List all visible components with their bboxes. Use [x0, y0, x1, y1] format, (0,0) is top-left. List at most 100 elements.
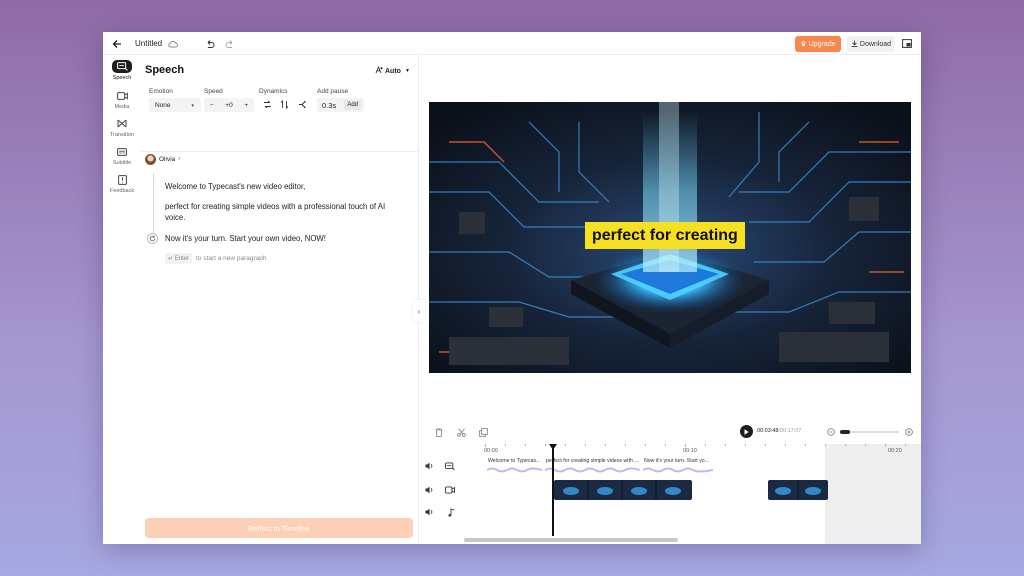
upgrade-button[interactable]: ♛ Upgrade: [795, 36, 841, 52]
speech-clip-label: Now it's your turn. Start yo...: [644, 458, 709, 464]
rail-label: Transition: [110, 132, 134, 138]
waveform: [643, 467, 713, 473]
timecode: 00:03:48/00:17:07: [757, 428, 801, 434]
rail-label: Speech: [112, 75, 132, 81]
timeline: 00:00 00:10 00:20 Welcome to Typecas... …: [419, 444, 921, 544]
zoom-in-icon[interactable]: [903, 426, 915, 438]
speech-panel: Speech Auto ▼ Emotion None ▼ Speed − +0 …: [141, 55, 419, 544]
timeline-toolbar: 00:03:48/00:17:07: [419, 422, 921, 442]
script-line[interactable]: perfect for creating simple videos with …: [165, 201, 385, 212]
total-time: /00:17:07: [778, 428, 802, 434]
panel-divider: [141, 151, 419, 152]
volume-icon[interactable]: [425, 508, 434, 518]
rail-item-media[interactable]: Media: [105, 89, 139, 110]
delete-icon[interactable]: [433, 426, 445, 438]
project-title[interactable]: Untitled: [135, 39, 162, 48]
download-button[interactable]: Download: [847, 36, 895, 52]
scissors-icon[interactable]: [455, 426, 467, 438]
zoom-slider[interactable]: [840, 430, 899, 434]
back-arrow-icon[interactable]: [111, 37, 123, 50]
tool-rail: Speech Media Transition Subtitle Feedbac…: [103, 55, 141, 544]
voice-name: Olivia: [159, 155, 176, 163]
emotion-select[interactable]: None ▼: [149, 98, 201, 112]
speech-track-controls: [425, 461, 455, 473]
chevron-left-icon: ‹: [417, 306, 421, 316]
top-bar: Untitled ♛ Upgrade Download: [103, 32, 921, 55]
redo-icon[interactable]: [224, 37, 236, 50]
panel-title: Speech: [145, 64, 185, 76]
intonation-icon[interactable]: [280, 99, 289, 111]
duplicate-icon[interactable]: [477, 426, 489, 438]
timeline-scrollbar[interactable]: [464, 538, 678, 542]
feedback-icon: [112, 173, 132, 186]
current-time: 00:03:48: [757, 428, 779, 434]
script-line[interactable]: Welcome to Typecast's new video editor,: [165, 181, 305, 192]
rail-label: Subtitle: [112, 160, 132, 166]
split-icon[interactable]: [298, 100, 307, 111]
video-clip[interactable]: [768, 480, 828, 500]
crown-icon: ♛: [800, 41, 807, 48]
ruler-label: 00:00: [484, 448, 498, 454]
speech-icon: [112, 60, 132, 73]
zoom-out-icon[interactable]: [825, 426, 837, 438]
dynamics-label: Dynamics: [259, 88, 288, 95]
add-pause-label: Add pause: [317, 88, 349, 95]
rail-item-transition[interactable]: Transition: [105, 117, 139, 138]
chevron-down-icon: ▼: [190, 102, 195, 108]
video-thumbnails: [554, 480, 692, 500]
collapse-panel-button[interactable]: ‹: [413, 300, 425, 322]
cloud-save-icon: [167, 37, 179, 50]
speech-clip[interactable]: Now it's your turn. Start yo...: [643, 457, 713, 476]
speed-increase-button[interactable]: +: [244, 102, 248, 109]
script-line[interactable]: Now it's your turn. Start your own video…: [165, 233, 326, 244]
rail-item-feedback[interactable]: Feedback: [105, 173, 139, 194]
regenerate-icon[interactable]: [147, 233, 158, 244]
add-pause-button[interactable]: Add: [344, 100, 361, 110]
speed-stepper: − +0 +: [204, 98, 254, 112]
rail-item-subtitle[interactable]: Subtitle: [105, 145, 139, 166]
speech-clip[interactable]: Welcome to Typecas...: [487, 457, 542, 476]
video-clip[interactable]: [554, 480, 692, 500]
music-track-controls: [425, 507, 455, 519]
playhead[interactable]: [552, 444, 554, 536]
volume-icon[interactable]: [425, 462, 434, 472]
auto-mode-icon: [375, 65, 383, 76]
speech-clip[interactable]: perfect for creating simple videos with …: [545, 457, 640, 476]
enter-key-badge: ↵ Enter: [165, 253, 193, 264]
script-line[interactable]: voice.: [165, 212, 185, 223]
pitch-icon[interactable]: [263, 100, 272, 111]
zoom-slider-handle[interactable]: [840, 430, 850, 434]
rail-label: Media: [114, 104, 130, 110]
auto-mode-dropdown[interactable]: Auto ▼: [375, 65, 410, 76]
video-preview[interactable]: perfect for creating: [429, 102, 911, 373]
volume-icon[interactable]: [425, 486, 434, 496]
upgrade-label: Upgrade: [808, 40, 836, 48]
media-icon: [112, 89, 132, 102]
speed-value[interactable]: +0: [225, 102, 232, 109]
undo-icon[interactable]: [204, 37, 216, 50]
video-track-controls: [425, 485, 455, 497]
waveform: [487, 467, 542, 473]
ruler-label: 00:10: [683, 448, 697, 454]
enter-hint-text: to start a new paragraph: [196, 255, 267, 262]
pause-value[interactable]: 0.3s: [322, 101, 336, 110]
download-label: Download: [859, 40, 892, 48]
voice-avatar: [145, 153, 156, 165]
reflect-to-timeline-button[interactable]: Reflect to Timeline: [145, 518, 413, 538]
play-button[interactable]: [740, 425, 753, 438]
chevron-down-icon: ›: [178, 156, 181, 162]
transition-icon: [112, 117, 132, 130]
download-icon: [851, 39, 858, 49]
fullscreen-icon[interactable]: [901, 37, 913, 50]
rail-item-speech[interactable]: Speech: [105, 60, 139, 81]
paragraph-guide-line: [153, 173, 154, 237]
speech-clip-label: perfect for creating simple videos with …: [546, 458, 639, 464]
emotion-label: Emotion: [149, 88, 173, 95]
dynamics-controls: [259, 98, 311, 112]
speed-decrease-button[interactable]: −: [210, 102, 214, 109]
subtitle-overlay[interactable]: perfect for creating: [585, 222, 745, 249]
voice-selector[interactable]: Olivia ›: [145, 152, 180, 166]
editor-window: Untitled ♛ Upgrade Download Speech Media…: [103, 32, 921, 544]
waveform: [545, 467, 640, 473]
auto-label: Auto: [385, 67, 401, 75]
